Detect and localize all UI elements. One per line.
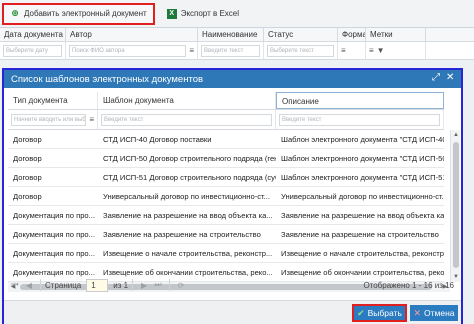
- add-document-button[interactable]: ⊕ Добавить электронный документ: [2, 2, 155, 25]
- date-filter-input[interactable]: Выберите дату: [3, 44, 62, 57]
- cancel-button[interactable]: ✕ Отмена: [410, 305, 458, 321]
- export-excel-button[interactable]: X Экспорт в Excel: [161, 3, 245, 25]
- cell-document-type: Документация по про...: [13, 210, 95, 220]
- add-icon: ⊕: [11, 8, 19, 18]
- col-document-template[interactable]: Шаблон документа: [98, 92, 276, 109]
- pagination: ⏮ ◀ Страница 1 из 1 ▶ ⏭ ⟳ Отображено 1 -…: [8, 277, 458, 293]
- cell-description: Шаблон электронного документа "СТД ИСП-4…: [281, 134, 444, 144]
- close-icon[interactable]: ✕: [446, 72, 454, 83]
- cell-document-type: Документация по про...: [13, 267, 95, 277]
- description-filter-input[interactable]: Введите текст: [279, 113, 440, 126]
- cell-document-type: Договор: [13, 191, 42, 201]
- templates-grid: Тип документа Шаблон документа Описание …: [8, 92, 444, 282]
- cell-description: Универсальный договор по инвестиционно-с…: [281, 191, 444, 201]
- filter-funnel-icon[interactable]: ▼: [377, 46, 385, 55]
- cell-description: Извещение об окончании строительства, ре…: [281, 267, 444, 277]
- grid-body: Договор СТД ИСП-40 Договор поставки Шаблон…: [8, 130, 444, 282]
- col-author[interactable]: Автор: [66, 28, 198, 41]
- page-total: из 1: [113, 280, 129, 290]
- cell-document-type: Договор: [13, 153, 42, 163]
- first-page-icon[interactable]: ⏮: [8, 280, 22, 290]
- main-toolbar: ⊕ Добавить электронный документ X Экспор…: [0, 0, 474, 28]
- dialog-footer: ✔ Выбрать ✕ Отмена: [4, 300, 461, 324]
- name-filter-input[interactable]: Введите текст: [201, 44, 260, 57]
- next-page-icon[interactable]: ▶: [137, 281, 151, 290]
- table-row[interactable]: Договор Универсальный договор по инвестиц…: [8, 187, 444, 206]
- cancel-icon: ✕: [413, 307, 422, 318]
- add-document-label: Добавить электронный документ: [24, 9, 147, 18]
- cell-document-type: Документация по про...: [13, 229, 95, 239]
- maximize-icon[interactable]: ⤢: [432, 72, 440, 83]
- refresh-icon[interactable]: ⟳: [174, 281, 188, 290]
- export-excel-label: Экспорт в Excel: [180, 9, 240, 18]
- check-icon: ✔: [357, 307, 365, 318]
- page-number-input[interactable]: 1: [86, 278, 109, 292]
- dialog-title: Список шаблонов электронных документов: [11, 73, 204, 85]
- table-row[interactable]: Договор СТД ИСП-51 Договор строительного …: [8, 168, 444, 187]
- cell-description: Шаблон электронного документа "СТД ИСП-5…: [281, 172, 444, 182]
- cell-document-type: Документация по про...: [13, 248, 95, 258]
- select-button[interactable]: ✔ Выбрать: [352, 304, 407, 322]
- template-filter-input[interactable]: Введите текст: [101, 113, 272, 126]
- tags-filter-icon[interactable]: ≡: [369, 46, 374, 55]
- grid-filter-row: Начните вводить или выб... ≡ Введите тек…: [8, 110, 444, 130]
- vertical-scrollbar[interactable]: ▲ ▼: [450, 130, 460, 282]
- type-filter-input[interactable]: Начните вводить или выб...: [11, 113, 87, 126]
- cell-document-type: Договор: [13, 172, 42, 182]
- menu-icon[interactable]: ≡: [189, 46, 194, 55]
- cell-template: Универсальный договор по инвестиционно-с…: [103, 191, 270, 201]
- col-tags[interactable]: Метки: [366, 28, 426, 41]
- cell-description: Шаблон электронного документа "СТД ИСП-5…: [281, 153, 444, 163]
- cell-description: Заявление на разрешение на ввод объекта …: [281, 210, 444, 220]
- dialog-title-bar: Список шаблонов электронных документов ⤢…: [4, 70, 461, 88]
- status-filter-input[interactable]: Выберите текст: [267, 44, 334, 57]
- table-row[interactable]: Документация по про... Заявление на разре…: [8, 225, 444, 244]
- table-row[interactable]: Договор СТД ИСП-40 Договор поставки Шаблон…: [8, 130, 444, 149]
- records-info: Отображено 1 - 16 из 16: [363, 280, 454, 290]
- cell-description: Извещение о начале строительства, реконс…: [281, 248, 444, 258]
- excel-icon: X: [166, 8, 177, 19]
- col-document-date[interactable]: Дата документа: [0, 28, 66, 41]
- cell-template: СТД ИСП-51 Договор строительного подряда…: [103, 172, 276, 182]
- table-row[interactable]: Документация по про... Заявление на разре…: [8, 206, 444, 225]
- cell-template: Извещение о начале строительства, реконс…: [103, 248, 273, 258]
- cell-template: Заявление на разрешение на строительство: [103, 229, 261, 239]
- document-grid-filters: Выберите дату Поиск ФИО автора ≡ Введите…: [0, 42, 474, 60]
- cancel-button-label: Отмена: [424, 308, 455, 318]
- list-menu-icon[interactable]: ≡: [89, 115, 94, 124]
- cell-template: Заявление на разрешение на ввод объекта …: [103, 210, 273, 220]
- form-filter-icon[interactable]: ≡: [341, 46, 346, 55]
- scroll-thumb[interactable]: [453, 142, 459, 268]
- table-row[interactable]: Договор СТД ИСП-50 Договор строительного …: [8, 149, 444, 168]
- last-page-icon[interactable]: ⏭: [151, 280, 165, 290]
- cell-document-type: Договор: [13, 134, 42, 144]
- col-name[interactable]: Наименование: [198, 28, 264, 41]
- table-row[interactable]: Документация по про... Извещение о начале…: [8, 244, 444, 263]
- col-status[interactable]: Статус: [264, 28, 338, 41]
- cell-template: Извещение об окончании строительства, ре…: [103, 267, 273, 277]
- col-description[interactable]: Описание: [276, 92, 444, 109]
- scroll-up-icon[interactable]: ▲: [451, 130, 461, 140]
- cell-template: СТД ИСП-50 Договор строительного подряда…: [103, 153, 276, 163]
- page-label: Страница: [45, 280, 82, 290]
- author-filter-input[interactable]: Поиск ФИО автора: [69, 44, 187, 57]
- prev-page-icon[interactable]: ◀: [22, 281, 36, 290]
- document-grid-header: Дата документа Автор Наименование Статус…: [0, 28, 474, 42]
- select-button-label: Выбрать: [367, 308, 402, 318]
- grid-header: Тип документа Шаблон документа Описание: [8, 92, 444, 110]
- col-form[interactable]: Форма: [338, 28, 366, 41]
- cell-description: Заявление на разрешение на строительство: [281, 229, 439, 239]
- col-document-type[interactable]: Тип документа: [8, 92, 98, 109]
- cell-template: СТД ИСП-40 Договор поставки: [103, 134, 212, 144]
